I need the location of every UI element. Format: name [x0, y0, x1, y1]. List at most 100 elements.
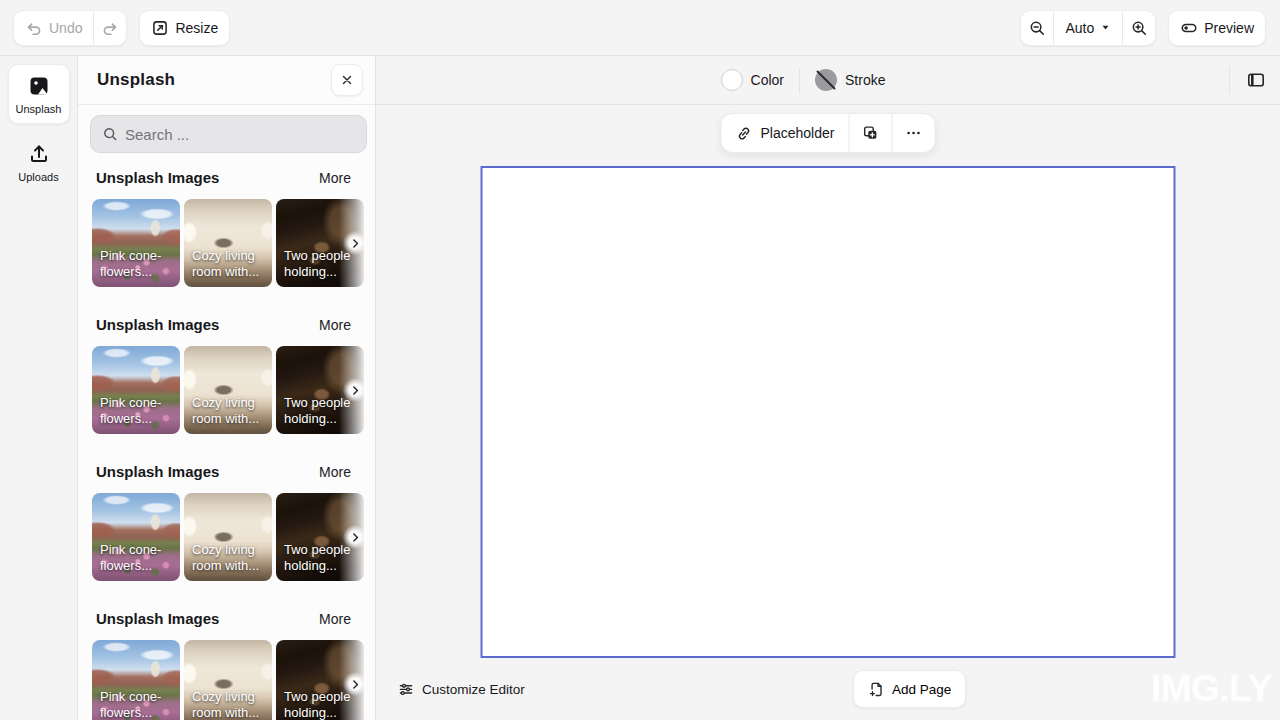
- zoom-out-button[interactable]: [1021, 11, 1053, 45]
- asset-section: Unsplash Images More Pink cone-flowers..…: [90, 463, 363, 581]
- section-header: Unsplash Images More: [90, 316, 363, 333]
- scroll-right-button[interactable]: [343, 231, 367, 255]
- asset-thumbnail-label: Cozy living room with...: [184, 391, 272, 434]
- zoom-level-dropdown[interactable]: Auto: [1053, 11, 1122, 45]
- stroke-label: Stroke: [845, 72, 885, 88]
- canvas-stage[interactable]: Placeholder Customize Editor Add Page: [376, 105, 1280, 720]
- resize-label: Resize: [175, 20, 218, 36]
- canvas-area: Color Stroke Placeholder: [376, 56, 1280, 720]
- section-title: Unsplash Images: [96, 610, 319, 627]
- customize-editor-button[interactable]: Customize Editor: [398, 681, 525, 697]
- zoom-level-label: Auto: [1065, 20, 1094, 36]
- close-icon: [340, 73, 354, 87]
- asset-thumbnail[interactable]: Cozy living room with...: [184, 493, 272, 581]
- more-link[interactable]: More: [319, 170, 351, 186]
- asset-library-rail: Unsplash Uploads: [0, 56, 78, 720]
- rail-item-label: Unsplash: [16, 103, 62, 115]
- search-input[interactable]: [125, 126, 355, 143]
- selection-toolbar: Placeholder: [721, 113, 936, 153]
- chevron-right-icon: [349, 384, 362, 397]
- rail-item-unsplash[interactable]: Unsplash: [8, 64, 70, 124]
- asset-row: Pink cone-flowers... Cozy living room wi…: [90, 493, 363, 581]
- more-link[interactable]: More: [319, 611, 351, 627]
- color-swatch: [721, 69, 743, 91]
- zoom-in-icon: [1130, 19, 1148, 37]
- section-title: Unsplash Images: [96, 463, 319, 480]
- scroll-right-button[interactable]: [343, 378, 367, 402]
- asset-thumbnail[interactable]: Cozy living room with...: [184, 640, 272, 720]
- asset-thumbnail-label: Pink cone-flowers...: [92, 244, 180, 287]
- more-link[interactable]: More: [319, 464, 351, 480]
- placeholder-button[interactable]: Placeholder: [722, 114, 849, 152]
- panel-toggle-icon: [1246, 70, 1266, 90]
- preview-button[interactable]: Preview: [1168, 10, 1266, 46]
- section-header: Unsplash Images More: [90, 169, 363, 186]
- asset-thumbnail[interactable]: Pink cone-flowers...: [92, 199, 180, 287]
- zoom-in-button[interactable]: [1122, 11, 1155, 45]
- asset-row: Pink cone-flowers... Cozy living room wi…: [90, 346, 363, 434]
- undo-button[interactable]: Undo: [14, 11, 93, 45]
- divider: [799, 68, 800, 93]
- stroke-control[interactable]: Stroke: [815, 69, 885, 91]
- chevron-right-icon: [349, 678, 362, 691]
- asset-row: Pink cone-flowers... Cozy living room wi…: [90, 199, 363, 287]
- close-panel-button[interactable]: [331, 64, 363, 96]
- link-icon: [736, 125, 753, 142]
- toggle-panel-button[interactable]: [1242, 66, 1270, 94]
- divider: [1229, 66, 1230, 94]
- duplicate-icon: [861, 124, 879, 142]
- adjustments-icon: [398, 681, 414, 697]
- undo-icon: [25, 19, 43, 37]
- resize-icon: [151, 19, 169, 37]
- duplicate-button[interactable]: [848, 114, 891, 152]
- preview-icon: [1180, 19, 1198, 37]
- add-page-icon: [868, 681, 885, 698]
- redo-icon: [101, 19, 119, 37]
- section-header: Unsplash Images More: [90, 463, 363, 480]
- upload-icon: [27, 142, 51, 166]
- asset-thumbnail[interactable]: Pink cone-flowers...: [92, 346, 180, 434]
- placeholder-label: Placeholder: [761, 125, 835, 141]
- scroll-right-button[interactable]: [343, 672, 367, 696]
- color-label: Color: [751, 72, 784, 88]
- chevron-right-icon: [349, 531, 362, 544]
- inspector-bar: Color Stroke: [376, 56, 1280, 105]
- stage-footer: Customize Editor Add Page IMG.LY: [376, 658, 1280, 720]
- more-link[interactable]: More: [319, 317, 351, 333]
- preview-label: Preview: [1204, 20, 1254, 36]
- panel-title: Unsplash: [97, 70, 331, 90]
- page[interactable]: [481, 166, 1176, 658]
- fill-color-control[interactable]: Color: [721, 69, 784, 91]
- asset-thumbnail[interactable]: Cozy living room with...: [184, 199, 272, 287]
- asset-thumbnail[interactable]: Pink cone-flowers...: [92, 493, 180, 581]
- chevron-down-icon: [1100, 22, 1111, 33]
- add-page-button[interactable]: Add Page: [853, 670, 966, 708]
- customize-editor-label: Customize Editor: [422, 682, 525, 697]
- rail-item-label: Uploads: [18, 171, 58, 183]
- redo-button[interactable]: [93, 11, 126, 45]
- section-title: Unsplash Images: [96, 169, 319, 186]
- asset-thumbnail[interactable]: Pink cone-flowers...: [92, 640, 180, 720]
- more-options-button[interactable]: [891, 114, 934, 152]
- asset-section-list: Unsplash Images More Pink cone-flowers..…: [78, 153, 375, 720]
- search-icon: [102, 126, 118, 142]
- asset-thumbnail[interactable]: Cozy living room with...: [184, 346, 272, 434]
- scroll-right-button[interactable]: [343, 525, 367, 549]
- undo-label: Undo: [49, 20, 82, 36]
- rail-item-uploads[interactable]: Uploads: [8, 133, 70, 191]
- section-header: Unsplash Images More: [90, 610, 363, 627]
- search-box: [90, 115, 367, 153]
- ellipsis-icon: [904, 124, 922, 142]
- imgly-watermark: IMG.LY: [1151, 668, 1272, 710]
- top-toolbar: Undo Resize Auto Preview: [0, 0, 1280, 56]
- chevron-right-icon: [349, 237, 362, 250]
- asset-thumbnail-label: Cozy living room with...: [184, 538, 272, 581]
- resize-button[interactable]: Resize: [139, 10, 230, 46]
- asset-section: Unsplash Images More Pink cone-flowers..…: [90, 169, 363, 287]
- asset-section: Unsplash Images More Pink cone-flowers..…: [90, 316, 363, 434]
- panel-header: Unsplash: [78, 56, 375, 105]
- image-icon: [27, 74, 51, 98]
- unsplash-panel: Unsplash Unsplash Images More Pink cone-…: [78, 56, 376, 720]
- zoom-group: Auto: [1020, 10, 1156, 46]
- asset-thumbnail-label: Pink cone-flowers...: [92, 391, 180, 434]
